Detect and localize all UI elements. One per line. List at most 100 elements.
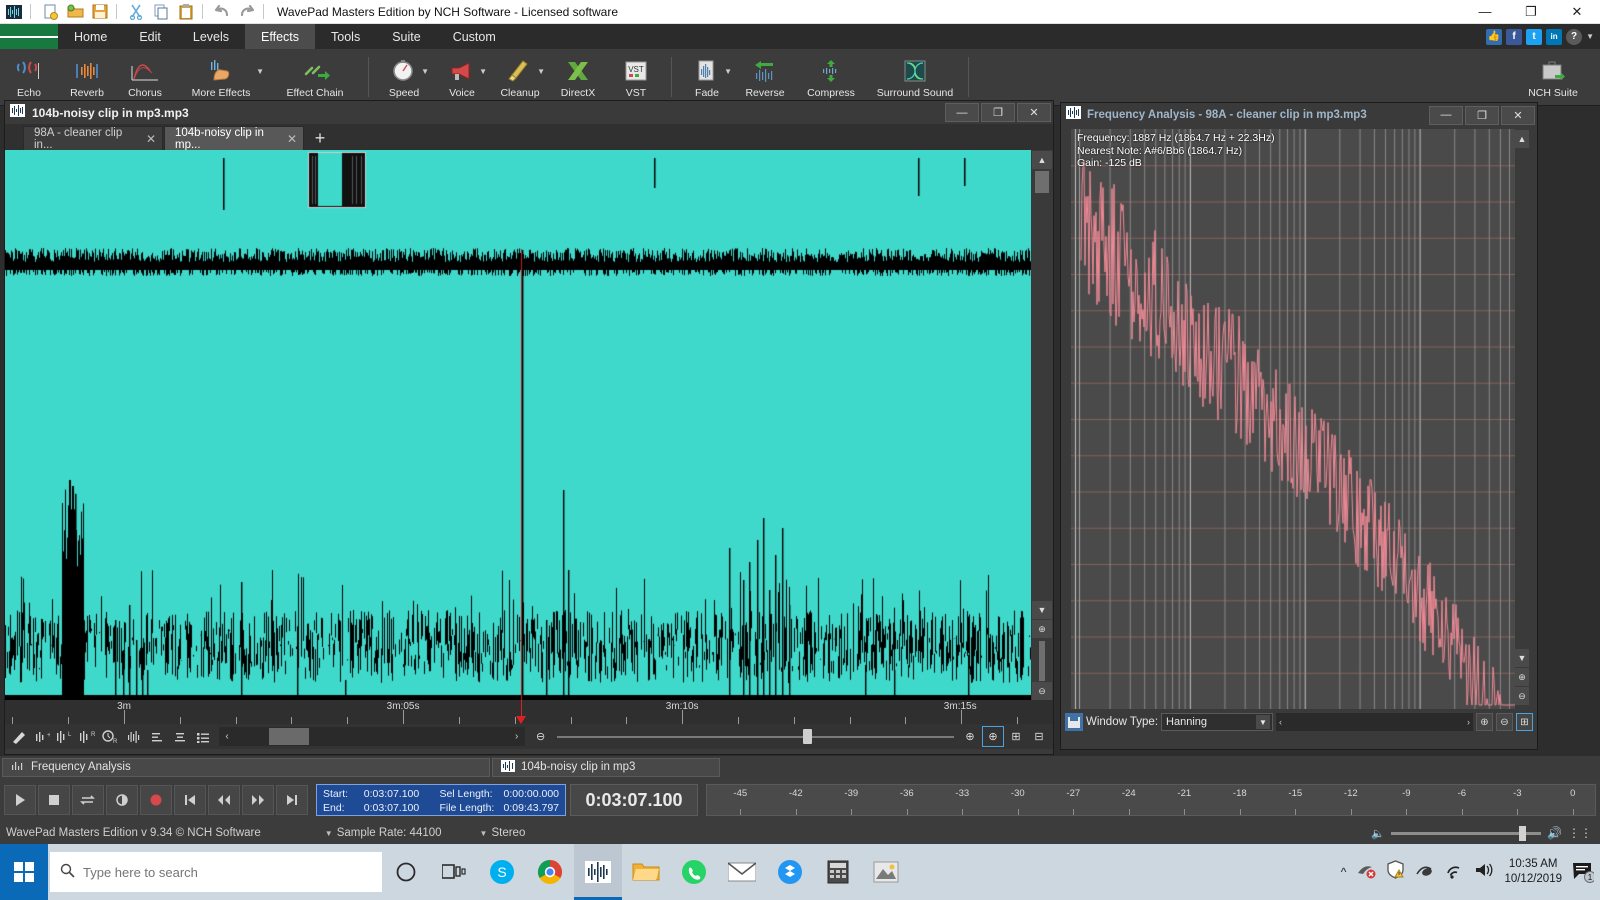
- tab-custom[interactable]: Custom: [437, 24, 512, 49]
- copy-icon[interactable]: [150, 1, 172, 23]
- wifi-icon[interactable]: [1444, 861, 1464, 884]
- effect-reverse-button[interactable]: Reverse: [736, 49, 794, 105]
- left-channel-icon[interactable]: L: [54, 726, 76, 747]
- document-tab-98a[interactable]: 98A - cleaner clip in... ✕: [23, 126, 163, 151]
- chevron-down-icon[interactable]: ▼: [1256, 715, 1271, 729]
- record-button[interactable]: [140, 785, 172, 815]
- status-sample-rate[interactable]: ▼ Sample Rate: 44100: [325, 827, 442, 839]
- frequency-zoom-fit-button[interactable]: ⊞: [1516, 713, 1533, 731]
- window-maximize-button[interactable]: ❐: [1508, 0, 1554, 24]
- close-icon[interactable]: ✕: [287, 132, 297, 146]
- effect-cleanup-button[interactable]: ▼ Cleanup: [491, 49, 549, 105]
- chevron-down-icon[interactable]: ▼: [256, 67, 264, 76]
- chevron-down-icon[interactable]: ▼: [480, 829, 488, 838]
- save-spectrum-icon[interactable]: [1065, 713, 1083, 731]
- scroll-right-button[interactable]: ›: [1467, 717, 1470, 727]
- go-to-end-button[interactable]: [276, 785, 308, 815]
- more-effects-button[interactable]: ▼ More Effects: [174, 49, 268, 105]
- tab-effects[interactable]: Effects: [245, 24, 316, 49]
- file-explorer-icon[interactable]: [622, 844, 670, 900]
- frequency-side-controls[interactable]: ▲ ▼ ⊕ ⊖: [1515, 129, 1531, 709]
- tab-home[interactable]: Home: [58, 24, 123, 49]
- window-item-frequency-analysis[interactable]: Frequency Analysis: [2, 757, 490, 777]
- effect-reverb-button[interactable]: Reverb: [58, 49, 116, 105]
- security-warning-icon[interactable]: [1386, 860, 1405, 884]
- taskbar-clock[interactable]: 10:35 AM 10/12/2019: [1504, 857, 1562, 887]
- fast-forward-button[interactable]: [242, 785, 274, 815]
- twitter-icon[interactable]: t: [1526, 28, 1543, 45]
- paste-icon[interactable]: [175, 1, 197, 23]
- window-item-104b-noisy-clip[interactable]: 104b-noisy clip in mp3: [492, 757, 720, 777]
- linkedin-icon[interactable]: in: [1546, 28, 1563, 45]
- tab-suite[interactable]: Suite: [376, 24, 437, 49]
- zoom-vertical-button[interactable]: ⊟: [1028, 726, 1050, 747]
- loop-button[interactable]: [72, 785, 104, 815]
- window-close-button[interactable]: ✕: [1554, 0, 1600, 24]
- zoom-slider[interactable]: [556, 727, 954, 746]
- window-minimize-button[interactable]: —: [1462, 0, 1508, 24]
- waveform-view[interactable]: ▲ ▼ ⊕ ⊖: [5, 150, 1053, 700]
- rewind-button[interactable]: [208, 785, 240, 815]
- scrub-button[interactable]: [106, 785, 138, 815]
- slider-thumb[interactable]: [803, 729, 812, 744]
- waveform-canvas[interactable]: [5, 150, 1031, 700]
- align-center-icon[interactable]: [169, 726, 191, 747]
- vertical-zoom-slider[interactable]: [1039, 641, 1045, 681]
- document-maximize-button[interactable]: ❐: [981, 103, 1015, 122]
- effect-speed-button[interactable]: ▼ Speed: [375, 49, 433, 105]
- nvidia-icon[interactable]: [1356, 861, 1376, 884]
- slider-thumb[interactable]: [1519, 825, 1527, 841]
- status-channels[interactable]: ▼ Stereo: [480, 827, 526, 839]
- align-left-icon[interactable]: [146, 726, 168, 747]
- search-input[interactable]: [83, 864, 353, 880]
- dropbox-icon[interactable]: [766, 844, 814, 900]
- wavepad-icon[interactable]: [574, 844, 622, 900]
- photos-icon[interactable]: [862, 844, 910, 900]
- tab-levels[interactable]: Levels: [177, 24, 245, 49]
- go-to-start-button[interactable]: [174, 785, 206, 815]
- skype-icon[interactable]: S: [478, 844, 526, 900]
- start-button[interactable]: [0, 844, 48, 900]
- effect-fade-button[interactable]: ▼ Fade: [678, 49, 736, 105]
- undo-icon[interactable]: [211, 1, 233, 23]
- play-button[interactable]: [4, 785, 36, 815]
- scroll-up-button[interactable]: ▲: [1032, 151, 1052, 169]
- list-view-icon[interactable]: [192, 726, 214, 747]
- nch-suite-button[interactable]: NCH Suite: [1506, 49, 1600, 105]
- scroll-left-button[interactable]: ‹: [219, 731, 235, 742]
- effect-compress-button[interactable]: Compress: [794, 49, 868, 105]
- close-icon[interactable]: ✕: [146, 132, 156, 146]
- frequency-horizontal-scrollbar[interactable]: ‹ ›: [1276, 713, 1473, 731]
- time-ruler[interactable]: 3m 3m:05s 3m:10s 3m:15s: [5, 700, 1053, 724]
- chevron-down-icon[interactable]: ▼: [479, 67, 487, 76]
- volume-icon[interactable]: [1474, 861, 1494, 884]
- cut-icon[interactable]: [125, 1, 147, 23]
- new-file-icon[interactable]: [39, 1, 61, 23]
- chevron-down-icon[interactable]: ▼: [1586, 32, 1594, 41]
- frequency-spectrum-plot[interactable]: Frequency: 1887 Hz (1864.7 Hz + 22.3Hz) …: [1071, 129, 1531, 709]
- waveform-horizontal-scrollbar[interactable]: ‹ ›: [219, 727, 525, 746]
- spectrum-canvas[interactable]: [1071, 129, 1531, 709]
- pencil-tool-icon[interactable]: [8, 726, 30, 747]
- chevron-down-icon[interactable]: ▼: [724, 67, 732, 76]
- tab-edit[interactable]: Edit: [123, 24, 177, 49]
- normalize-icon[interactable]: +: [31, 726, 53, 747]
- time-shift-icon[interactable]: R: [100, 726, 122, 747]
- master-volume-control[interactable]: 🔈 🔊 ⋮⋮: [1371, 825, 1600, 841]
- whatsapp-icon[interactable]: [670, 844, 718, 900]
- hamburger-menu-button[interactable]: [0, 24, 58, 49]
- vertical-zoom-out-button[interactable]: ⊖: [1032, 682, 1052, 700]
- effect-vst-button[interactable]: VST VST: [607, 49, 665, 105]
- frequency-zoom-in-button[interactable]: ⊕: [1476, 713, 1493, 731]
- mail-icon[interactable]: [718, 844, 766, 900]
- facebook-icon[interactable]: f: [1506, 28, 1523, 45]
- stop-button[interactable]: [38, 785, 70, 815]
- redo-icon[interactable]: [236, 1, 258, 23]
- effect-chain-button[interactable]: Effect Chain: [268, 49, 362, 105]
- tab-tools[interactable]: Tools: [315, 24, 376, 49]
- zoom-all-button[interactable]: ⊞: [1005, 726, 1027, 747]
- zoom-out-button[interactable]: ⊖: [530, 726, 552, 747]
- thumbs-up-icon[interactable]: 👍: [1486, 28, 1503, 45]
- audio-settings-icon[interactable]: ⋮⋮: [1568, 826, 1592, 840]
- chevron-down-icon[interactable]: ▼: [325, 829, 333, 838]
